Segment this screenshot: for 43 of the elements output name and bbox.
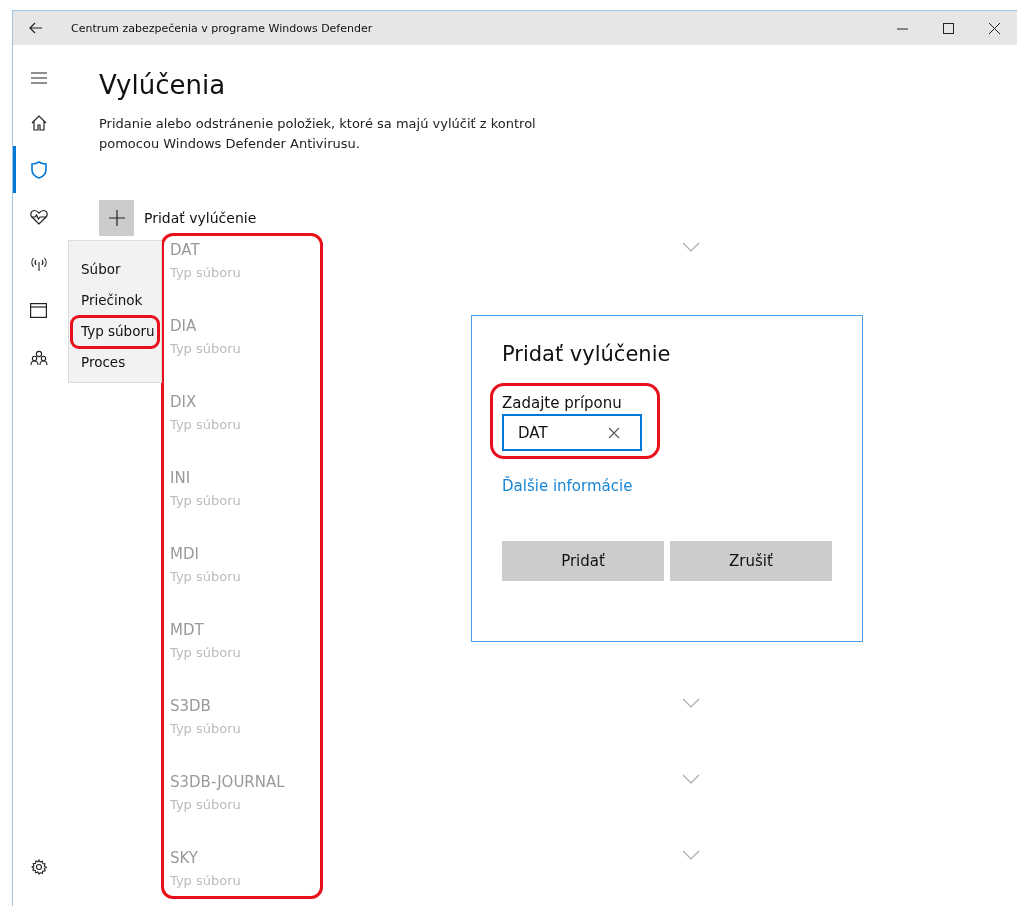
- plus-icon[interactable]: [108, 210, 125, 226]
- menu-item[interactable]: Priečinok: [69, 284, 161, 315]
- window-title: Centrum zabezpečenia v programe Windows Defender: [71, 21, 373, 35]
- menu-item[interactable]: Proces: [69, 346, 161, 377]
- exclusion-type: Typ súboru: [170, 644, 241, 662]
- more-info-link[interactable]: Ďalšie informácie: [502, 477, 633, 495]
- exclusion-name: DIA: [170, 316, 198, 336]
- exclusion-name: SKY: [170, 848, 199, 868]
- chevron-down-icon[interactable]: [682, 242, 700, 252]
- exclusion-type: Typ súboru: [170, 416, 241, 434]
- exclusion-name: MDT: [170, 620, 205, 640]
- exclusion-name: MDI: [170, 544, 200, 564]
- exclusion-type: Typ súboru: [170, 720, 241, 738]
- menu-item[interactable]: Typ súboru: [69, 315, 161, 346]
- extension-input[interactable]: DAT: [518, 423, 608, 442]
- extension-field[interactable]: DAT: [502, 414, 642, 451]
- exclusion-name: DAT: [170, 240, 201, 260]
- field-label: Zadajte príponu: [502, 394, 623, 412]
- chevron-down-icon[interactable]: [682, 774, 700, 784]
- page-description: Pridanie alebo odstránenie položiek, ktoré sa majú vylúčiť z kontrol pomocou Windows Defender Antivirusu.: [99, 115, 537, 153]
- chevron-down-icon[interactable]: [682, 698, 700, 708]
- dialog-title: Pridať vylúčenie: [502, 342, 672, 366]
- exclusion-name: INI: [170, 468, 192, 488]
- menu-item[interactable]: Súbor: [69, 253, 161, 284]
- exclusion-name: S3DB: [170, 696, 212, 716]
- add-exclusion-label[interactable]: Pridať vylúčenie: [144, 210, 257, 226]
- exclusion-type: Typ súboru: [170, 492, 241, 510]
- page-title: Vylúčenia: [99, 70, 227, 100]
- exclusion-type: Typ súboru: [170, 264, 241, 282]
- maximize-icon[interactable]: [942, 22, 954, 34]
- exclusion-type: Typ súboru: [170, 340, 241, 358]
- exclusion-type: Typ súboru: [170, 796, 242, 814]
- dialog-button[interactable]: Zrušiť: [670, 541, 832, 581]
- close-icon[interactable]: [988, 22, 1000, 34]
- chevron-down-icon[interactable]: [682, 850, 700, 860]
- exclusion-name: S3DB-JOURNAL: [170, 772, 285, 792]
- exclusion-type: Typ súboru: [170, 568, 241, 586]
- dialog-button[interactable]: Pridať: [502, 541, 664, 581]
- exclusion-name: DIX: [170, 392, 198, 412]
- add-button[interactable]: [99, 200, 134, 236]
- clear-icon[interactable]: [608, 426, 620, 439]
- back-arrow-icon[interactable]: [29, 22, 43, 34]
- exclusion-type: Typ súboru: [170, 872, 241, 890]
